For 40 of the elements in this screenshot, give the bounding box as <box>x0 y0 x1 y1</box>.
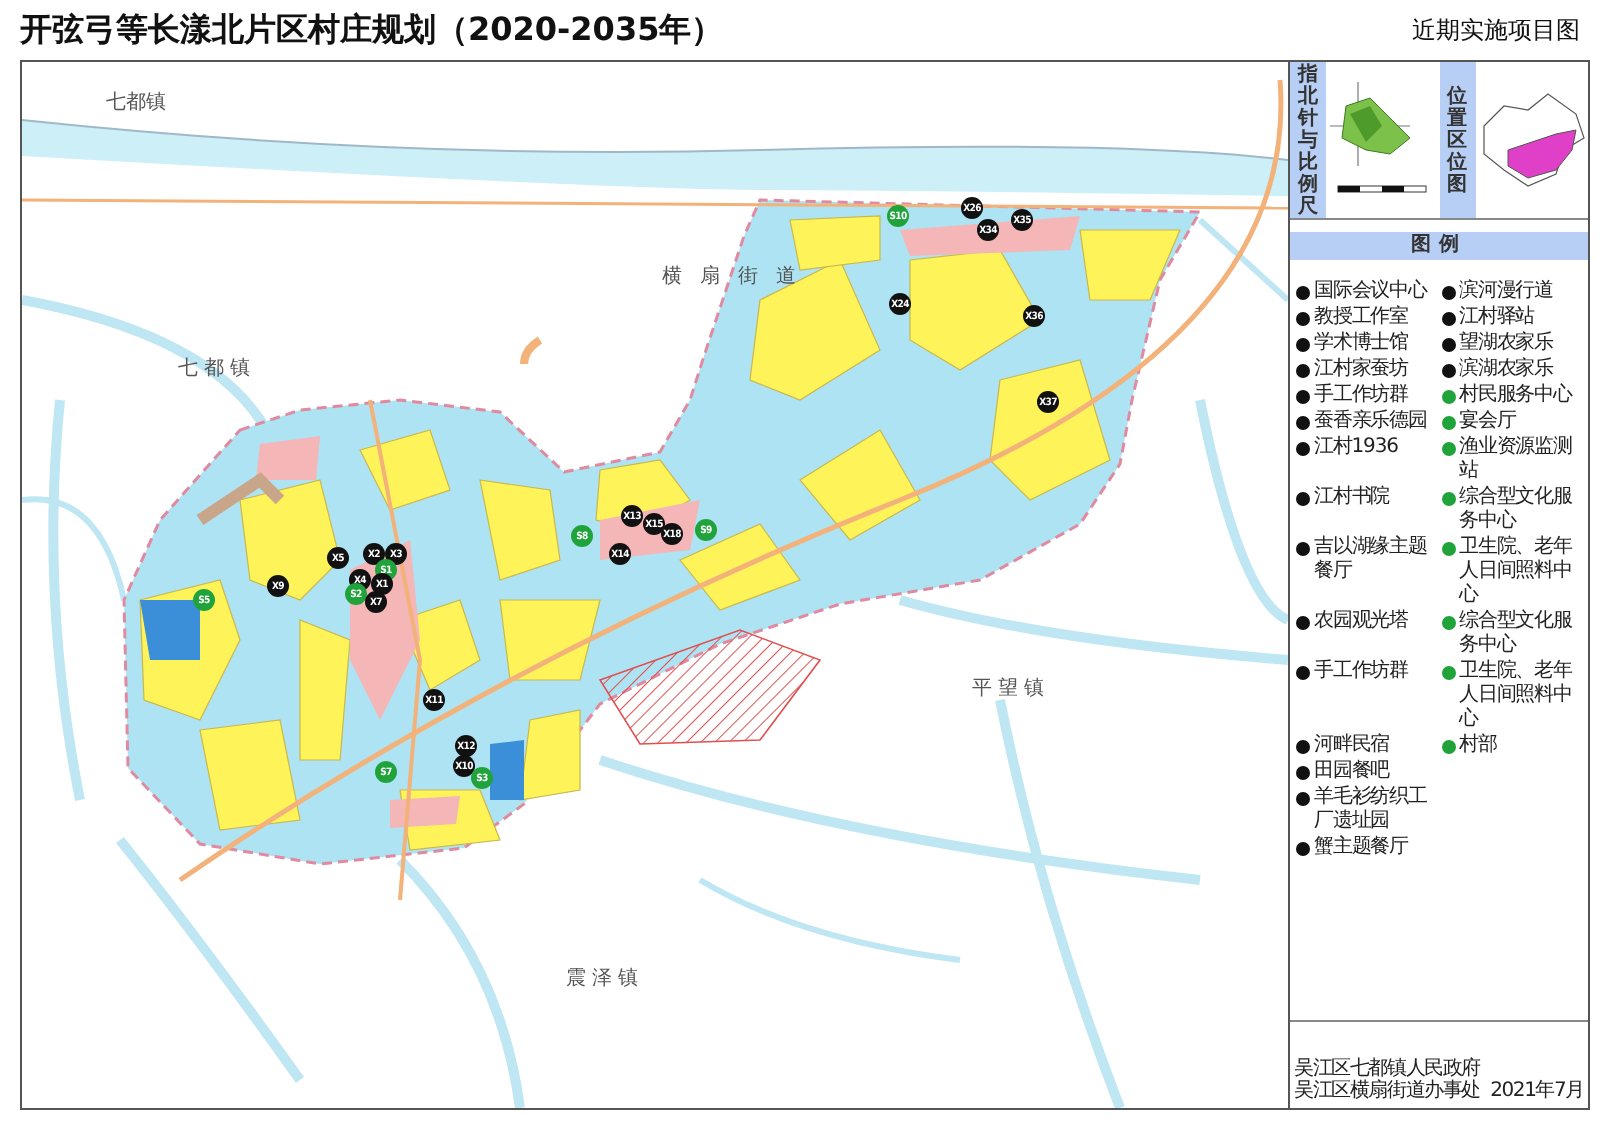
compass-panel-label: 指北针与比例尺 <box>1290 62 1326 218</box>
legend-label: 河畔民宿 <box>1314 734 1390 758</box>
legend-label: 渔业资源监测站 <box>1459 436 1574 484</box>
legend-label: 综合型文化服务中心 <box>1459 486 1574 534</box>
map-subtitle: 近期实施项目图 <box>1412 13 1580 47</box>
legend-label: 滨河漫行道 <box>1459 280 1554 304</box>
legend-label: 吉以湖缘主题餐厅 <box>1314 536 1429 584</box>
legend-label: 蟹主题餐厅 <box>1314 836 1409 860</box>
place-label: 平望镇 <box>972 675 1050 702</box>
legend-label: 卫生院、老年人日间照料中心 <box>1459 660 1574 732</box>
issuer-text: 吴江区七都镇人民政府 <box>1294 1058 1481 1080</box>
legend-label: 宴会厅 <box>1459 410 1516 434</box>
legend-label: 羊毛衫纺织工厂遗址园 <box>1314 786 1429 834</box>
legend-label: 村部 <box>1459 734 1497 758</box>
legend-label: 手工作坊群 <box>1314 384 1409 408</box>
legend-label: 江村家蚕坊 <box>1314 358 1409 382</box>
legend-label: 江村书院 <box>1314 486 1390 510</box>
legend-label: 江村驿站 <box>1459 306 1535 330</box>
legend-label: 江村1936 <box>1314 436 1398 460</box>
place-label: 七都镇 <box>178 355 256 382</box>
place-label: 震泽镇 <box>566 965 644 992</box>
legend-label: 手工作坊群 <box>1314 660 1409 684</box>
place-label: 横扇街道 <box>662 263 814 290</box>
location-panel-label: 位置区位图 <box>1439 62 1475 218</box>
legend-title: 图例 <box>1290 232 1588 260</box>
legend-label: 望湖农家乐 <box>1459 332 1554 356</box>
issuer-text: 吴江区横扇街道办事处 <box>1294 1080 1481 1102</box>
legend-label: 国际会议中心 <box>1314 280 1427 304</box>
legend-label: 农园观光塔 <box>1314 610 1409 634</box>
legend-label: 蚕香亲乐德园 <box>1314 410 1427 434</box>
legend-label: 卫生院、老年人日间照料中心 <box>1459 536 1574 608</box>
date-text: 2021年7月 <box>1490 1080 1584 1102</box>
place-label: 七都镇 <box>106 89 166 116</box>
legend-label: 滨湖农家乐 <box>1459 358 1554 382</box>
legend-label: 综合型文化服务中心 <box>1459 610 1574 658</box>
map-title: 开弦弓等长漾北片区村庄规划（2020-2035年） <box>20 9 724 51</box>
legend-label: 村民服务中心 <box>1459 384 1572 408</box>
legend-label: 田园餐吧 <box>1314 760 1390 784</box>
legend-label: 教授工作室 <box>1314 306 1409 330</box>
legend-label: 学术博士馆 <box>1314 332 1409 356</box>
